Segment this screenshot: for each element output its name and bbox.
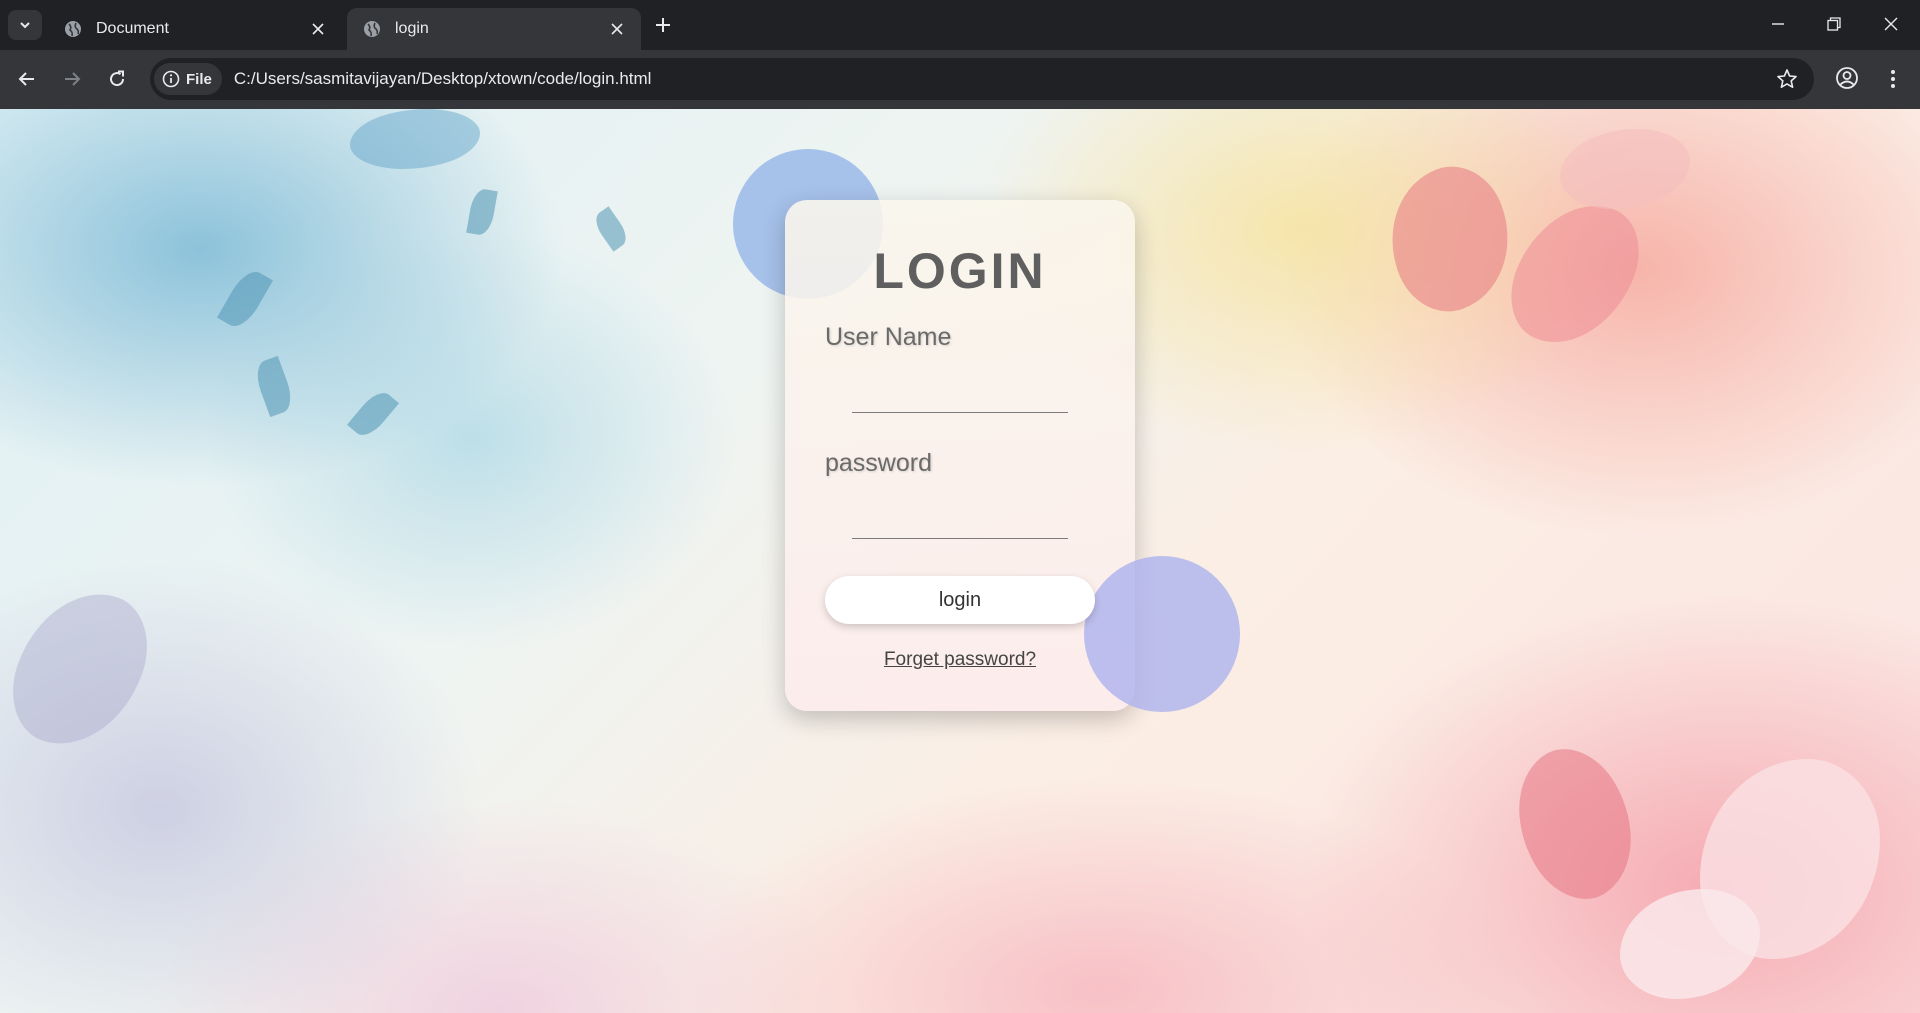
login-button[interactable]: login bbox=[825, 576, 1095, 624]
background-leaf bbox=[590, 206, 632, 252]
tab-title: Document bbox=[96, 20, 169, 37]
tab-login[interactable]: login bbox=[347, 8, 641, 50]
plus-icon bbox=[656, 18, 670, 32]
reload-icon bbox=[110, 70, 125, 87]
background-blossom bbox=[1369, 152, 1531, 326]
site-info-chip[interactable]: File bbox=[154, 63, 222, 95]
background-leaf bbox=[466, 187, 498, 237]
profile-button[interactable] bbox=[1833, 64, 1861, 92]
more-vert-icon bbox=[1891, 70, 1895, 88]
url-text[interactable]: C:/Users/sasmitavijayan/Desktop/xtown/co… bbox=[234, 69, 652, 89]
close-icon bbox=[1884, 17, 1898, 31]
decorative-circle-bottom bbox=[1084, 556, 1240, 712]
close-icon[interactable] bbox=[308, 19, 328, 39]
background-leaf bbox=[217, 265, 273, 333]
close-icon[interactable] bbox=[607, 19, 627, 39]
arrow-right-icon bbox=[65, 72, 81, 86]
close-window-button[interactable] bbox=[1862, 0, 1920, 48]
background-blossom bbox=[1489, 731, 1661, 917]
new-tab-button[interactable] bbox=[650, 12, 676, 38]
background-blossom bbox=[350, 109, 480, 169]
tab-search-button[interactable] bbox=[8, 10, 42, 40]
username-input[interactable] bbox=[852, 379, 1068, 413]
back-button[interactable] bbox=[12, 64, 42, 94]
background-blossom bbox=[1560, 129, 1690, 209]
chip-label: File bbox=[186, 70, 212, 88]
browser-toolbar: File C:/Users/sasmitavijayan/Desktop/xto… bbox=[0, 50, 1920, 109]
arrow-left-icon bbox=[18, 72, 34, 86]
minimize-icon bbox=[1772, 23, 1784, 25]
globe-icon bbox=[65, 21, 81, 37]
globe-icon bbox=[364, 21, 380, 37]
minimize-button[interactable] bbox=[1749, 0, 1807, 48]
account-circle-icon bbox=[1836, 67, 1858, 89]
background-blossom bbox=[0, 573, 164, 765]
forgot-password-link[interactable]: Forget password? bbox=[785, 649, 1135, 671]
tab-bar: Document login bbox=[0, 0, 1920, 50]
tab-title: login bbox=[395, 20, 429, 37]
restore-button[interactable] bbox=[1805, 0, 1863, 48]
login-heading: LOGIN bbox=[873, 243, 1047, 299]
username-label: User Name bbox=[825, 323, 952, 351]
bookmark-star-icon[interactable] bbox=[1776, 68, 1798, 90]
address-bar[interactable]: File C:/Users/sasmitavijayan/Desktop/xto… bbox=[150, 58, 1814, 100]
chevron-down-icon bbox=[20, 22, 30, 29]
restore-icon bbox=[1827, 17, 1841, 31]
info-icon bbox=[162, 70, 180, 88]
password-label: password bbox=[825, 449, 932, 477]
reload-button[interactable] bbox=[102, 64, 132, 94]
password-input[interactable] bbox=[852, 505, 1068, 539]
browser-menu-button[interactable] bbox=[1880, 64, 1906, 94]
background-blossom bbox=[1493, 182, 1657, 366]
background-leaf bbox=[251, 355, 297, 418]
background-leaf bbox=[346, 386, 400, 442]
forward-button[interactable] bbox=[57, 64, 87, 94]
tab-document[interactable]: Document bbox=[48, 8, 342, 50]
background-blossom bbox=[1620, 889, 1760, 999]
